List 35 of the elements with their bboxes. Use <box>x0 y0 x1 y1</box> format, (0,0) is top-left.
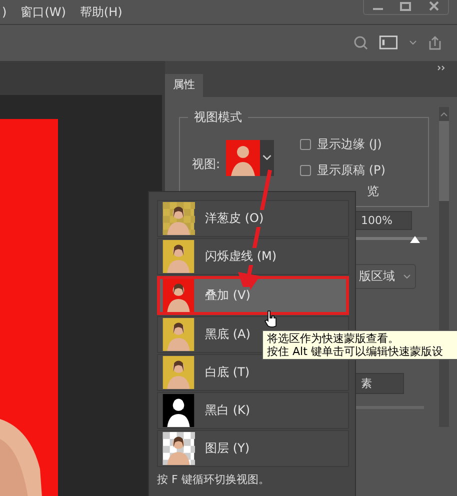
menu-option[interactable]: 黑白 (K) <box>157 392 349 429</box>
menu-item[interactable]: ) <box>2 5 7 19</box>
thumbnail-icon <box>162 432 195 465</box>
chevron-icon[interactable] <box>409 40 417 46</box>
menu-hint: 按 F 键循环切换视图。 <box>157 472 270 487</box>
thumbnail-icon <box>162 318 195 351</box>
menu-item[interactable]: 窗口(W) <box>20 4 66 20</box>
menu-option[interactable]: 叠加 (V) <box>157 276 349 315</box>
checkbox[interactable] <box>300 165 312 176</box>
checkbox-label: 显示边缘 (J) <box>317 136 382 153</box>
checkbox-label: 显示原稿 (P) <box>317 162 386 179</box>
hand-cursor-icon <box>264 310 278 328</box>
menu-option[interactable]: 图层 (Y) <box>157 430 349 467</box>
caret-icon[interactable] <box>262 154 272 162</box>
properties-tab[interactable]: 属性 <box>165 74 203 97</box>
opacity-field[interactable]: 100% <box>354 211 412 230</box>
thumbnail-icon <box>162 356 195 389</box>
menu-item[interactable]: 帮助(H) <box>80 4 122 20</box>
thumbnail-icon <box>162 394 195 427</box>
thumbnail-icon <box>162 202 195 235</box>
scroll-up-icon[interactable] <box>440 111 448 117</box>
thumbnail-icon <box>162 279 195 312</box>
checkbox[interactable] <box>300 139 312 150</box>
slider-thumb[interactable] <box>409 234 422 244</box>
menu-option[interactable]: 洋葱皮 (O) <box>157 200 349 237</box>
menu-option[interactable]: 闪烁虚线 (M) <box>157 238 349 275</box>
pixel-field[interactable]: 素 <box>354 373 404 394</box>
view-label: 视图: <box>192 156 220 173</box>
share-icon[interactable] <box>427 35 443 51</box>
view-dropdown[interactable] <box>226 140 274 176</box>
collapse-icon[interactable] <box>437 65 447 71</box>
search-icon[interactable] <box>353 35 369 51</box>
thumbnail-icon <box>162 240 195 273</box>
workspace-icon[interactable] <box>379 35 399 51</box>
preview-label: 览 <box>367 183 379 200</box>
